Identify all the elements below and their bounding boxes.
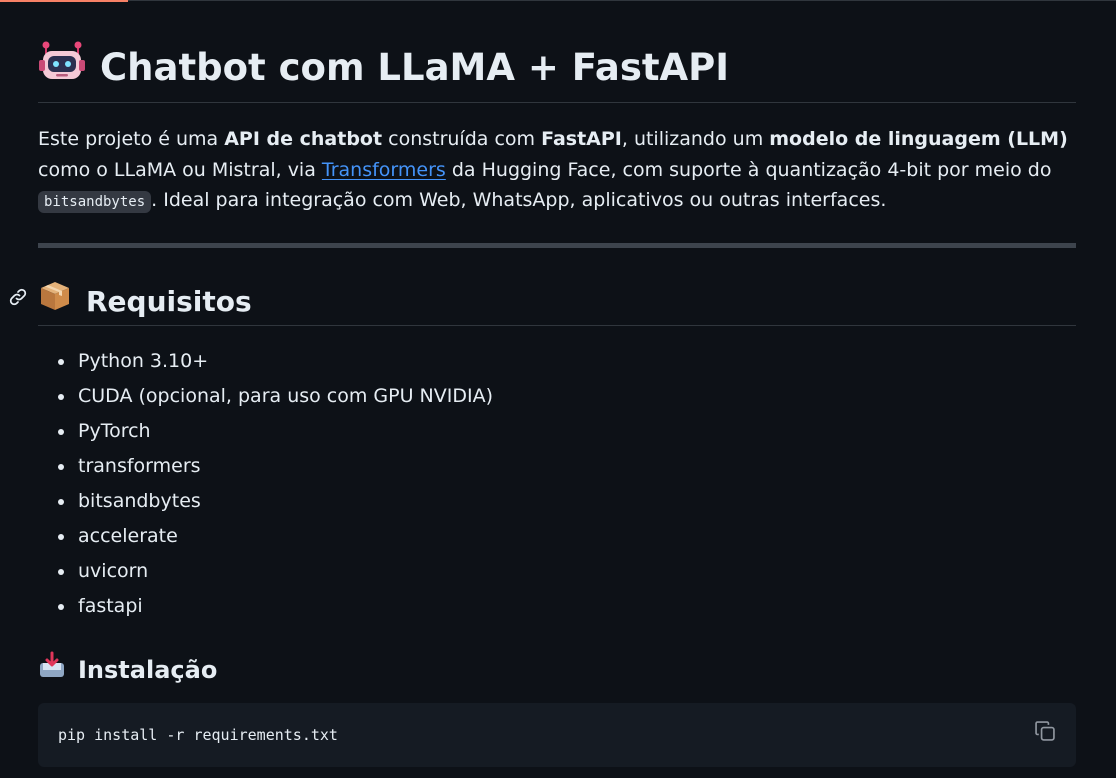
package-icon bbox=[38, 279, 72, 324]
copy-icon[interactable] bbox=[1034, 720, 1056, 742]
list-item: PyTorch bbox=[38, 414, 493, 449]
intro-text: , utilizando um bbox=[621, 128, 770, 150]
horizontal-rule bbox=[38, 243, 1076, 248]
intro-text: como o LLaMA ou Mistral, via bbox=[38, 158, 322, 181]
intro-bold-fastapi: FastAPI bbox=[541, 128, 622, 150]
install-heading-text: Instalação bbox=[78, 655, 218, 684]
page-title: Chatbot com LLaMA + FastAPI bbox=[38, 40, 729, 96]
requirements-list: Python 3.10+ CUDA (opcional, para uso co… bbox=[38, 344, 493, 624]
requirements-heading: Requisitos bbox=[38, 279, 252, 324]
intro-bold-api: API de chatbot bbox=[224, 128, 383, 150]
list-item: bitsandbytes bbox=[38, 484, 493, 519]
install-heading: Instalação bbox=[38, 651, 217, 688]
list-item: Python 3.10+ bbox=[38, 344, 493, 379]
requirements-heading-text: Requisitos bbox=[86, 284, 252, 318]
top-border bbox=[0, 0, 1116, 1]
inbox-tray-icon bbox=[38, 651, 66, 688]
requirements-divider bbox=[38, 325, 1076, 326]
list-item: accelerate bbox=[38, 519, 493, 554]
intro-text: Este projeto é uma bbox=[38, 128, 225, 150]
intro-text: construída com bbox=[382, 128, 542, 150]
intro-bold-llm: modelo de linguagem (LLM) bbox=[769, 128, 1068, 150]
title-divider bbox=[38, 102, 1076, 103]
active-tab-indicator bbox=[0, 0, 128, 2]
list-item: uvicorn bbox=[38, 554, 493, 589]
list-item: fastapi bbox=[38, 589, 493, 624]
intro-text: da Hugging Face, com suporte à quantizaç… bbox=[445, 158, 1052, 181]
list-item: CUDA (opcional, para uso com GPU NVIDIA) bbox=[38, 379, 493, 414]
transformers-link[interactable]: Transformers bbox=[322, 159, 446, 181]
link-anchor-icon[interactable] bbox=[8, 287, 28, 307]
code-text: pip install -r requirements.txt bbox=[58, 726, 338, 744]
intro-paragraph: Este projeto é uma API de chatbot constr… bbox=[38, 124, 1076, 218]
inline-code-bitsandbytes: bitsandbytes bbox=[38, 191, 152, 213]
robot-icon bbox=[38, 38, 86, 99]
code-block: pip install -r requirements.txt bbox=[38, 703, 1076, 767]
intro-text: . Ideal para integração com Web, WhatsAp… bbox=[151, 189, 887, 211]
page-title-text: Chatbot com LLaMA + FastAPI bbox=[100, 46, 730, 89]
list-item: transformers bbox=[38, 449, 493, 484]
